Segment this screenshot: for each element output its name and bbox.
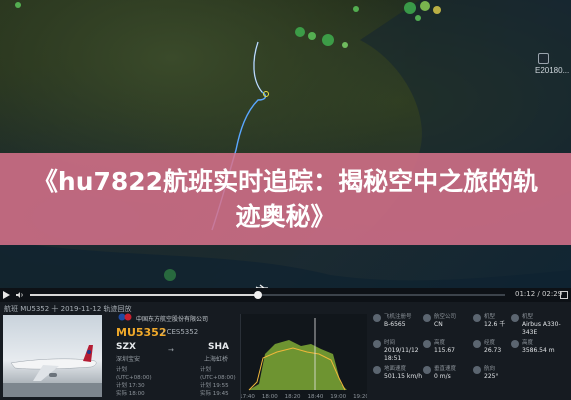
airline-name: 中国东方航空股份有限公司 <box>136 316 209 323</box>
title-banner: 《hu7822航班实时追踪：揭秘空中之旅的轨迹奥秘》 <box>0 153 571 245</box>
playback-time: 01:12 / 02:29 <box>515 290 563 298</box>
volume-icon[interactable] <box>15 290 25 300</box>
origin-times: 计划 (UTC+08:00) 计划 17:30 实际 18:00 <box>116 366 152 398</box>
destination-code: SHA <box>208 342 229 352</box>
origin-line: 实际 18:00 <box>116 391 145 397</box>
map-marker-icon[interactable] <box>538 53 549 64</box>
destination-line: 计划 19:55 <box>200 383 229 389</box>
stat-item: 高度 3586.54 m <box>511 340 571 355</box>
origin-code: SZX <box>116 342 136 352</box>
origin-line: 计划 <box>116 367 128 373</box>
stat-value: CN <box>434 321 443 328</box>
flight-stats: 飞机注册号 B-6565 航空公司 CN 机型 12.6 千机型 Airbus A330-3… <box>372 314 571 400</box>
stat-icon <box>473 314 481 322</box>
stat-value: 115.67 <box>434 347 455 354</box>
panel-header: 航班 MU5352 十 2019-11-12 轨迹回放 <box>4 305 132 313</box>
stat-value: Airbus A330-343E <box>522 321 561 336</box>
stat-value: 2019/11/12 18:51 <box>384 347 419 362</box>
stat-value: 225° <box>484 373 499 380</box>
stat-icon <box>473 366 481 374</box>
airline-logo-icon <box>118 313 132 321</box>
destination-city: 上海虹桥 <box>204 356 229 363</box>
stat-icon <box>373 340 381 348</box>
chart-svg: 17:40 18:00 18:20 18:40 19:00 19:20 <box>241 318 367 400</box>
video-frame: E20180... 《hu7822航班实时追踪：揭秘空中之旅的轨迹奥秘》 01:… <box>0 0 571 400</box>
banner-title: 《hu7822航班实时追踪：揭秘空中之旅的轨迹奥秘》 <box>32 167 539 231</box>
flight-map[interactable]: E20180... <box>0 0 571 290</box>
stat-icon <box>423 314 431 322</box>
stat-icon <box>511 314 519 322</box>
stat-label: 机型 <box>522 314 534 320</box>
stat-icon <box>473 340 481 348</box>
altitude-speed-chart: 17:40 18:00 18:20 18:40 19:00 19:20 <box>240 314 367 400</box>
destination-times: 计划 (UTC+08:00) 计划 19:55 实际 19:45 <box>200 366 236 398</box>
progress-fill <box>30 294 258 296</box>
destination-line: 实际 19:45 <box>200 391 229 397</box>
route-arrow-icon: → <box>168 346 174 354</box>
flight-summary: 中国东方航空股份有限公司 MU5352 / CES5352 SZX → SHA … <box>108 313 236 400</box>
aircraft-photo <box>3 315 102 397</box>
origin-city: 深圳宝安 <box>116 356 141 363</box>
stat-value: 0 m/s <box>434 373 451 380</box>
stat-label: 航向 <box>484 366 496 372</box>
flight-info-panel: 航班 MU5352 十 2019-11-12 轨迹回放 中国东方航空股份有限公司… <box>0 302 571 400</box>
play-icon[interactable] <box>3 291 10 299</box>
chart-x-tick-label: 18:00 <box>262 394 278 400</box>
origin-line: 计划 17:30 <box>116 383 145 389</box>
chart-x-tick-label: 18:40 <box>307 394 323 400</box>
stat-icon <box>373 366 381 374</box>
stat-label: 高度 <box>522 340 534 346</box>
stat-item: 机型 Airbus A330-343E <box>511 314 571 337</box>
stat-item: 航向 225° <box>473 366 536 381</box>
destination-line: 计划 <box>200 367 212 373</box>
chart-x-tick-label: 17:40 <box>241 394 255 400</box>
progress-track[interactable] <box>30 291 505 299</box>
stat-icon <box>423 366 431 374</box>
stat-icon <box>373 314 381 322</box>
flight-icao-code: / CES5352 <box>162 328 199 336</box>
altitude-area <box>249 340 347 390</box>
map-marker-label: E20180... <box>535 66 570 75</box>
chart-x-tick-label: 18:20 <box>285 394 301 400</box>
video-player-bar: 01:12 / 02:29 <box>0 288 571 302</box>
stat-icon <box>511 340 519 348</box>
fullscreen-icon[interactable] <box>560 291 568 299</box>
flight-number: MU5352 <box>116 326 167 339</box>
origin-line: (UTC+08:00) <box>116 375 152 381</box>
stat-value: 501.15 km/h <box>384 373 423 380</box>
chart-x-tick-label: 19:00 <box>330 394 346 400</box>
stat-value: B-6565 <box>384 321 406 328</box>
stat-icon <box>423 340 431 348</box>
stat-value: 3586.54 m <box>522 347 555 354</box>
progress-thumb[interactable] <box>254 291 262 299</box>
map-graphics <box>0 0 571 290</box>
destination-line: (UTC+08:00) <box>200 375 236 381</box>
chart-x-tick-label: 19:20 <box>353 394 367 400</box>
